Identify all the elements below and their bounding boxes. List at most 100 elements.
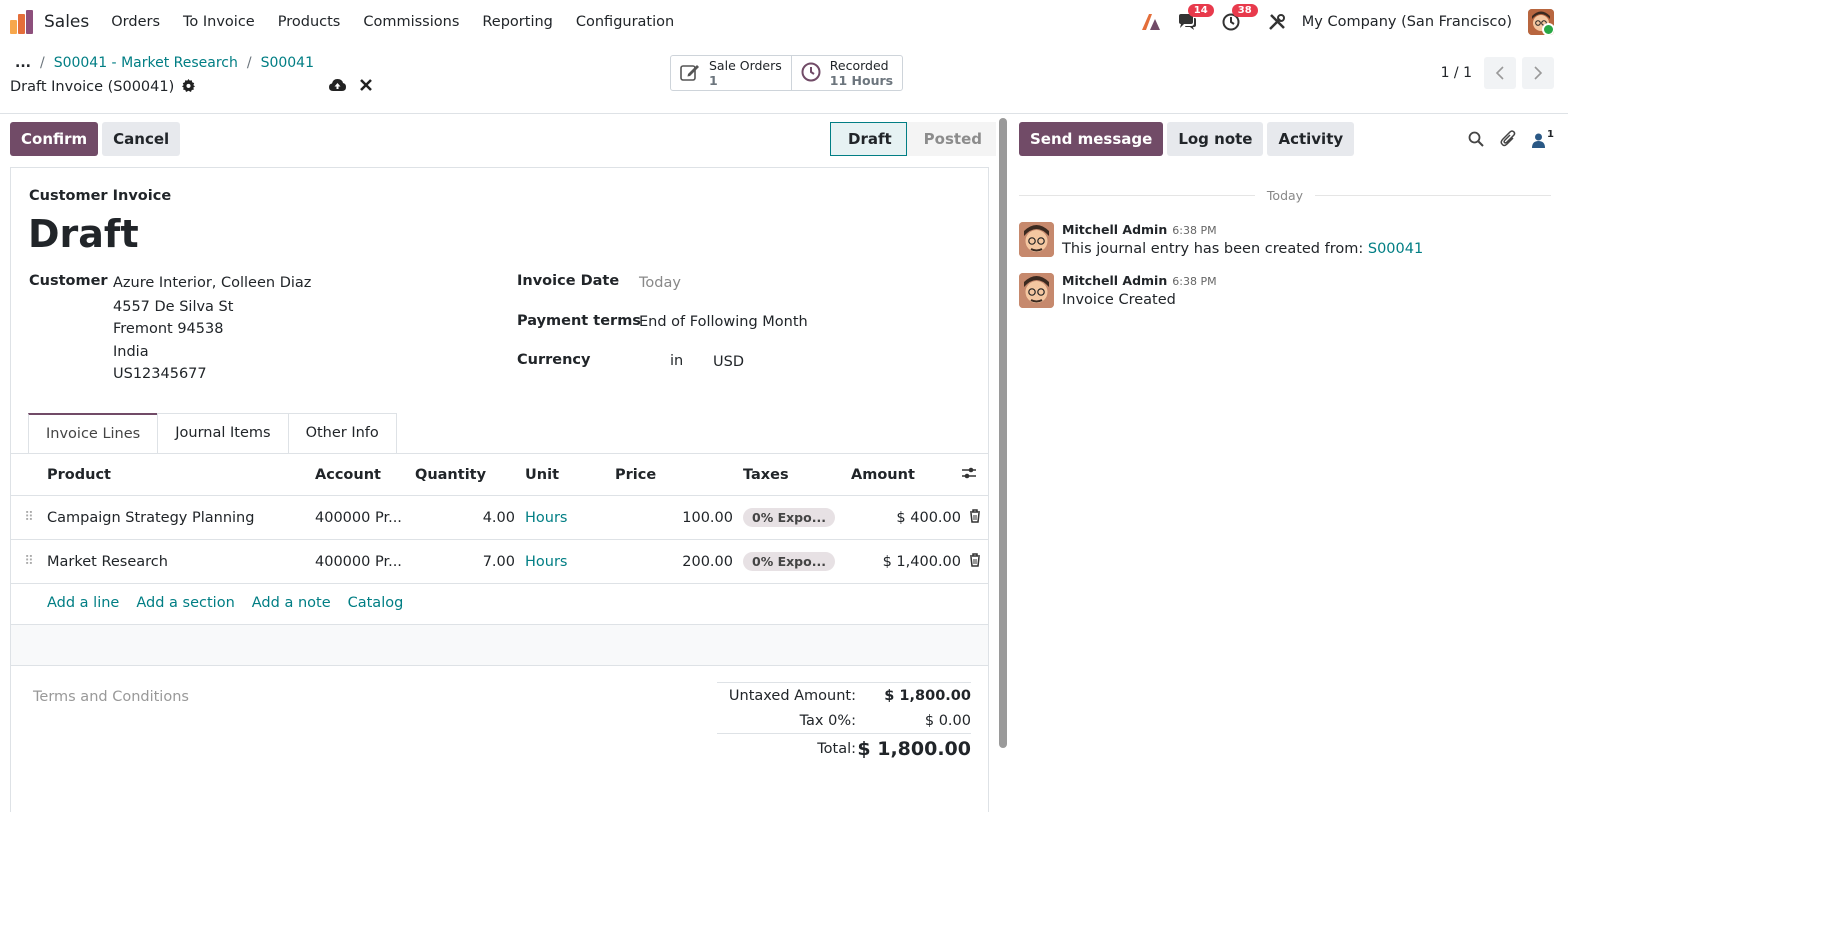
confirm-button[interactable]: Confirm	[10, 122, 99, 156]
col-price[interactable]: Price	[615, 454, 733, 496]
customer-street: 4557 De Silva St	[113, 299, 234, 315]
col-unit[interactable]: Unit	[515, 454, 615, 496]
tools-icon[interactable]	[1266, 11, 1288, 33]
line-tax-tag[interactable]: 0% Expo...	[743, 507, 835, 527]
col-amount[interactable]: Amount	[851, 454, 961, 496]
untaxed-amount: $ 1,800.00	[884, 687, 971, 704]
chatter-message: Mitchell Admin 6:38 PM Invoice Created	[1019, 273, 1217, 308]
log-note-button[interactable]: Log note	[1167, 122, 1264, 156]
chevron-left-icon[interactable]	[1484, 57, 1516, 89]
tab-journal-items[interactable]: Journal Items	[157, 413, 289, 454]
notebook-tabs: Invoice Lines Journal Items Other Info	[28, 413, 397, 454]
paperclip-icon[interactable]	[1500, 130, 1516, 151]
menu-configuration[interactable]: Configuration	[576, 14, 674, 30]
breadcrumb: ... / S00041 - Market Research / S00041	[15, 55, 315, 71]
table-row[interactable]: ⠿ Campaign Strategy Planning 400000 Pr..…	[11, 495, 988, 540]
author-avatar[interactable]	[1019, 273, 1054, 308]
line-amount: $ 1,400.00	[851, 539, 961, 584]
trash-icon[interactable]	[961, 495, 988, 540]
add-section-link[interactable]: Add a section	[136, 595, 234, 611]
col-quantity[interactable]: Quantity	[415, 454, 515, 496]
pager-value[interactable]: 1 / 1	[1441, 65, 1472, 81]
catalog-link[interactable]: Catalog	[348, 595, 404, 611]
line-account[interactable]: 400000 Pr...	[315, 539, 415, 584]
discard-close-icon[interactable]	[360, 79, 373, 95]
invoice-date-field[interactable]: Today	[639, 275, 681, 291]
chevron-right-icon[interactable]	[1522, 57, 1554, 89]
save-cloud-icon[interactable]	[329, 78, 347, 96]
app-brand[interactable]: Sales	[44, 12, 89, 32]
company-switcher[interactable]: My Company (San Francisco)	[1302, 14, 1512, 30]
line-tax-tag[interactable]: 0% Expo...	[743, 551, 835, 571]
add-line-links: Add a line Add a section Add a note Cata…	[47, 595, 403, 611]
ai-icon[interactable]	[1140, 11, 1162, 33]
author-avatar[interactable]	[1019, 222, 1054, 257]
form-scrollbar[interactable]	[999, 118, 1007, 748]
control-panel: ... / S00041 - Market Research / S00041 …	[0, 43, 1568, 114]
sales-app-icon[interactable]	[10, 9, 34, 34]
trash-icon[interactable]	[961, 539, 988, 584]
messages-icon[interactable]: 14	[1176, 3, 1214, 33]
col-taxes[interactable]: Taxes	[733, 454, 851, 496]
payment-terms-field[interactable]: End of Following Month	[639, 314, 808, 330]
followers-icon[interactable]: 1	[1532, 129, 1554, 148]
invoice-date-label: Invoice Date	[517, 273, 620, 289]
line-unit[interactable]: Hours	[515, 539, 615, 584]
tax-amount: $ 0.00	[924, 712, 971, 729]
total-amount: $ 1,800.00	[857, 738, 971, 760]
message-author[interactable]: Mitchell Admin	[1062, 273, 1167, 288]
chatter-message: Mitchell Admin 6:38 PM This journal entry…	[1019, 222, 1423, 257]
line-price[interactable]: 200.00	[615, 539, 733, 584]
gear-icon[interactable]	[182, 78, 196, 96]
sale-orders-smart-button[interactable]: Sale Orders 1	[671, 56, 792, 90]
tab-other-info[interactable]: Other Info	[287, 413, 397, 454]
line-price[interactable]: 100.00	[615, 495, 733, 540]
drag-handle-icon[interactable]: ⠿	[11, 495, 47, 540]
status-draft[interactable]: Draft	[830, 122, 907, 156]
line-quantity[interactable]: 4.00	[415, 495, 515, 540]
total-label: Total:	[817, 741, 856, 757]
drag-handle-icon[interactable]: ⠿	[11, 539, 47, 584]
col-account[interactable]: Account	[315, 454, 415, 496]
cancel-button[interactable]: Cancel	[102, 122, 181, 156]
table-row[interactable]: ⠿ Market Research 400000 Pr... 7.00 Hour…	[11, 539, 988, 584]
col-product[interactable]: Product	[47, 454, 315, 496]
tab-invoice-lines[interactable]: Invoice Lines	[28, 413, 159, 454]
activity-button[interactable]: Activity	[1267, 122, 1355, 156]
menu-reporting[interactable]: Reporting	[482, 14, 553, 30]
currency-prefix: in	[670, 353, 684, 369]
line-quantity[interactable]: 7.00	[415, 539, 515, 584]
recorded-hours-smart-button[interactable]: Recorded 11 Hours	[792, 56, 902, 90]
line-unit[interactable]: Hours	[515, 495, 615, 540]
message-link[interactable]: S00041	[1368, 241, 1423, 257]
line-account[interactable]: 400000 Pr...	[315, 495, 415, 540]
send-message-button[interactable]: Send message	[1019, 122, 1164, 156]
search-icon[interactable]	[1468, 131, 1484, 151]
currency-field[interactable]: USD	[713, 354, 744, 370]
activities-clock-icon[interactable]: 38	[1220, 3, 1258, 33]
untaxed-label: Untaxed Amount:	[728, 687, 856, 704]
message-author[interactable]: Mitchell Admin	[1062, 222, 1167, 237]
customer-label: Customer	[29, 273, 108, 289]
customer-city: Fremont 94538	[113, 321, 224, 337]
menu-commissions[interactable]: Commissions	[363, 14, 459, 30]
add-line-link[interactable]: Add a line	[47, 595, 119, 611]
breadcrumb-ellipsis[interactable]: ...	[15, 55, 31, 71]
column-settings-icon[interactable]	[961, 454, 988, 496]
breadcrumb-order[interactable]: S00041 - Market Research	[54, 55, 238, 71]
add-note-link[interactable]: Add a note	[252, 595, 331, 611]
menu-orders[interactable]: Orders	[111, 14, 160, 30]
line-product[interactable]: Market Research	[47, 539, 315, 584]
activities-badge: 38	[1231, 3, 1258, 17]
status-posted[interactable]: Posted	[906, 122, 996, 156]
menu-products[interactable]: Products	[278, 14, 341, 30]
user-avatar[interactable]	[1528, 8, 1554, 35]
menu-to-invoice[interactable]: To Invoice	[183, 14, 255, 30]
breadcrumb-order-ref[interactable]: S00041	[261, 55, 314, 71]
line-product[interactable]: Campaign Strategy Planning	[47, 495, 315, 540]
customer-name[interactable]: Azure Interior, Colleen Diaz	[113, 275, 311, 291]
messages-badge: 14	[1187, 3, 1214, 17]
move-type-label: Customer Invoice	[29, 188, 172, 204]
message-time: 6:38 PM	[1172, 275, 1217, 288]
terms-conditions-field[interactable]: Terms and Conditions	[33, 689, 189, 705]
